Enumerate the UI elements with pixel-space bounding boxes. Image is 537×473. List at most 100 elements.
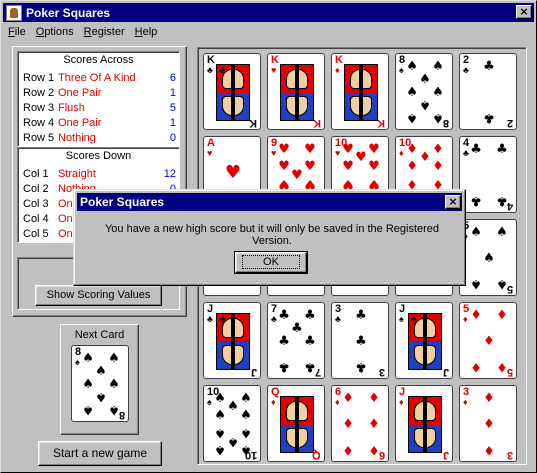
suit-pip: ♠ bbox=[240, 425, 252, 441]
card-suit: ♦ bbox=[463, 314, 468, 324]
card-rank-bottom: J bbox=[442, 449, 449, 461]
dialog-message: You have a new high score but it will on… bbox=[104, 223, 440, 247]
suit-pip: ♦ bbox=[419, 150, 431, 166]
suit-pip: ♣ bbox=[278, 359, 290, 375]
card-suit: ♦ bbox=[335, 65, 340, 75]
title-bar[interactable]: Poker Squares × bbox=[3, 3, 534, 22]
suit-pip: ♣ bbox=[483, 58, 495, 74]
row-label: Row 4 bbox=[23, 117, 55, 129]
col-label: Col 5 bbox=[23, 228, 49, 240]
grid-card[interactable]: 8 ♠ 8 ♠ ♠ ♠ ♠ ♠ ♠ ♠ ♠ bbox=[395, 53, 453, 130]
app-icon[interactable] bbox=[6, 4, 22, 21]
face-card-art: ♥ bbox=[280, 64, 314, 121]
suit-pip: ♠ bbox=[214, 407, 226, 423]
menu-register-label: egister bbox=[91, 26, 125, 38]
suit-pip: ♥ bbox=[278, 158, 290, 174]
dialog-close-button[interactable]: × bbox=[445, 195, 461, 209]
row-hand: One Pair bbox=[58, 117, 102, 129]
card-rank-bottom: 3 bbox=[378, 366, 385, 378]
menu-help[interactable]: Help bbox=[130, 26, 163, 38]
show-scoring-values-button[interactable]: Show Scoring Values bbox=[35, 285, 162, 306]
grid-card[interactable]: 6 ♦ 6 ♦ ♦ ♦ ♦ ♦ ♦ bbox=[331, 385, 389, 462]
grid-card[interactable]: 5♠5♠♠♠♠♠ bbox=[459, 219, 517, 296]
ok-button[interactable]: OK bbox=[234, 251, 308, 274]
suit-pip: ♠ bbox=[432, 110, 444, 126]
col-label: Col 1 bbox=[23, 168, 49, 180]
suit-pip: ♦ bbox=[470, 359, 482, 375]
card-suit: ♣ bbox=[271, 314, 277, 324]
suit-pip: ♠ bbox=[82, 402, 94, 418]
menu-bar: File Options Register Help bbox=[3, 23, 534, 41]
suit-pip: ♠ bbox=[82, 350, 94, 366]
suit-pip: ♦ bbox=[406, 141, 418, 157]
grid-card[interactable]: Q ♦ Q ♦ bbox=[267, 385, 325, 462]
grid-card[interactable]: J ♦ J ♦ bbox=[395, 385, 453, 462]
menu-file-accel: F bbox=[8, 26, 15, 38]
score-row: Row 2 One Pair 1 bbox=[23, 87, 176, 101]
menu-help-accel: H bbox=[134, 26, 143, 38]
suit-pip: ♠ bbox=[406, 110, 418, 126]
card-rank-bottom: J bbox=[250, 366, 257, 378]
menu-options[interactable]: Options bbox=[31, 26, 79, 38]
grid-card[interactable]: J ♠ J ♠ bbox=[395, 302, 453, 379]
menu-options-label: ptions bbox=[44, 26, 74, 38]
grid-card[interactable]: K ♣ K ♣ bbox=[203, 53, 261, 130]
suit-pip: ♠ bbox=[82, 376, 94, 392]
dialog-title: Poker Squares bbox=[77, 193, 462, 211]
row-label: Row 1 bbox=[23, 72, 55, 84]
grid-card[interactable]: 2 ♣ 2 ♣ ♣ bbox=[459, 53, 517, 130]
suit-pip: ♣ bbox=[304, 359, 316, 375]
card-suit: ♥ bbox=[271, 148, 277, 158]
menu-register[interactable]: Register bbox=[79, 26, 130, 38]
card-pips: ♠ ♠ ♠ ♠ ♠ ♠ ♠ ♠ bbox=[82, 350, 120, 418]
col-label: Col 2 bbox=[23, 183, 49, 195]
suit-pip: ♥ bbox=[355, 150, 367, 166]
grid-card[interactable]: K ♦ K ♦ bbox=[331, 53, 389, 130]
grid-card[interactable]: J ♣ J ♣ bbox=[203, 302, 261, 379]
grid-card[interactable]: 3 ♣ 3 ♣ ♣ ♣ bbox=[331, 302, 389, 379]
suit-pip: ♣ bbox=[355, 359, 367, 375]
suit-pip: ♠ bbox=[108, 350, 120, 366]
grid-card[interactable]: K ♥ K ♥ bbox=[267, 53, 325, 130]
score-row: Row 5 Nothing 0 bbox=[23, 132, 176, 146]
suit-pip: ♦ bbox=[483, 390, 495, 406]
menu-help-label: elp bbox=[142, 26, 158, 38]
suit-pip: ♣ bbox=[496, 193, 508, 209]
suit-pip: ♠ bbox=[95, 389, 107, 405]
suit-pip: ♠ bbox=[214, 425, 226, 441]
menu-register-accel: R bbox=[83, 26, 92, 38]
suit-pip: ♠ bbox=[496, 224, 508, 240]
suit-pip: ♦ bbox=[432, 141, 444, 157]
suit-pip: ♥ bbox=[368, 158, 380, 174]
suit-pip: ♣ bbox=[304, 333, 316, 349]
suit-pip: ♦ bbox=[342, 416, 354, 432]
suit-pip: ♠ bbox=[227, 433, 239, 449]
start-new-game-button[interactable]: Start a new game bbox=[38, 441, 162, 466]
card-suit: ♠ bbox=[207, 397, 212, 407]
col-score: 12 bbox=[163, 168, 176, 180]
scores-across-box: Scores Across Row 1 Three Of A Kind 6 Row … bbox=[17, 51, 180, 147]
suit-pip: ♣ bbox=[355, 333, 367, 349]
grid-card[interactable]: 3 ♦ 3 ♦ ♦ ♦ bbox=[459, 385, 517, 462]
suit-pip: ♣ bbox=[304, 307, 316, 323]
card-suit: ♦ bbox=[335, 397, 340, 407]
close-button[interactable]: × bbox=[516, 5, 532, 19]
card-pips: ♦ ♦ ♦ ♦ ♦ ♦ bbox=[342, 392, 379, 457]
grid-card[interactable]: 4 ♣ 4 ♣ ♣ ♣ ♣ bbox=[459, 136, 517, 213]
card-rank-bottom: K bbox=[313, 117, 321, 129]
grid-card[interactable]: 5 ♦ 5 ♦ ♦ ♦ ♦ ♦ bbox=[459, 302, 517, 379]
row-hand: Flush bbox=[58, 102, 85, 114]
card-rank-bottom: 2 bbox=[506, 117, 513, 129]
grid-card[interactable]: 7 ♣ 7 ♣ ♣ ♣ ♣ ♣ ♣ ♣ bbox=[267, 302, 325, 379]
grid-card[interactable]: 10 ♠ 10 ♠ ♠ ♠ ♠ ♠ ♠ ♠ ♠ ♠ ♠ bbox=[203, 385, 261, 462]
row-score: 6 bbox=[169, 72, 176, 84]
suit-pip: ♠ bbox=[432, 58, 444, 74]
menu-file[interactable]: File bbox=[3, 26, 31, 38]
card-pips: ♣ ♣ bbox=[472, 58, 506, 126]
score-row: Row 4 One Pair 1 bbox=[23, 117, 176, 131]
score-row: Row 3 Flush 5 bbox=[23, 102, 176, 116]
card-pips: ♣ ♣ ♣ ♣ ♣ ♣ ♣ bbox=[278, 307, 316, 375]
suit-pip: ♣ bbox=[483, 110, 495, 126]
card-pips: ♠ ♠ ♠ ♠ ♠ ♠ ♠ ♠ bbox=[406, 58, 444, 126]
suit-pip: ♠ bbox=[419, 71, 431, 87]
